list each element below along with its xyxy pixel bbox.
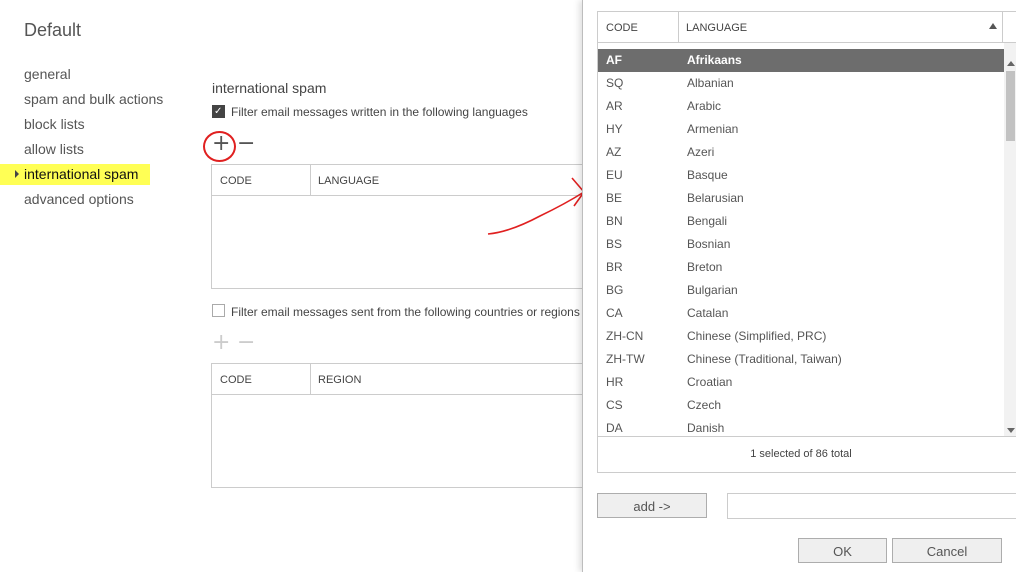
ok-button[interactable]: OK [798,538,887,563]
column-header-region[interactable]: REGION [318,374,361,386]
region-filter-checkbox[interactable] [212,304,225,317]
language-filter-label: Filter email messages written in the fol… [231,105,528,119]
sidebar-item-spam-and-bulk-actions[interactable]: spam and bulk actions [24,89,163,114]
column-header-code[interactable]: CODE [606,22,638,34]
list-item[interactable]: HY Armenian [598,118,1004,141]
divider [598,436,1016,437]
active-indicator-icon [15,170,19,178]
column-divider [310,364,311,394]
add-button[interactable]: add -> [597,493,707,518]
list-item[interactable]: BG Bulgarian [598,279,1004,302]
sidebar-item-block-lists[interactable]: block lists [24,114,163,139]
section-title: international spam [212,80,327,96]
region-filter-label: Filter email messages sent from the foll… [231,305,580,319]
list-item[interactable]: AZ Azeri [598,141,1004,164]
picker-scrollbar[interactable] [1004,43,1016,436]
sidebar-item-general[interactable]: general [24,64,163,89]
language-filter-row: Filter email messages written in the fol… [212,105,528,120]
list-item[interactable]: BN Bengali [598,210,1004,233]
selection-count: 1 selected of 86 total [750,448,852,460]
list-item[interactable]: BS Bosnian [598,233,1004,256]
sidebar-item-advanced-options[interactable]: advanced options [24,189,163,214]
column-divider [1002,12,1003,42]
add-region-plus-icon[interactable]: + [212,332,230,354]
list-item[interactable]: EU Basque [598,164,1004,187]
language-picker-grid: CODE LANGUAGE AF Afrikaans SQ Albanian AR A… [597,11,1016,473]
column-header-code[interactable]: CODE [220,175,252,187]
remove-language-minus-icon[interactable]: − [237,133,255,155]
cancel-button[interactable]: Cancel [892,538,1002,563]
list-item[interactable]: ZH-TW Chinese (Traditional, Taiwan) [598,348,1004,371]
language-picker-panel: CODE LANGUAGE AF Afrikaans SQ Albanian AR A… [582,0,1016,572]
sidebar-item-international-spam[interactable]: international spam [0,164,163,189]
list-item[interactable]: SQ Albanian [598,72,1004,95]
column-divider [310,165,311,195]
list-item[interactable]: DA Danish [598,417,1004,436]
region-table: CODE REGION [211,363,593,488]
annotation-circle [203,131,236,162]
language-filter-checkbox[interactable] [212,105,225,118]
list-item[interactable]: BE Belarusian [598,187,1004,210]
column-divider [678,12,679,42]
region-filter-row: Filter email messages sent from the foll… [212,304,580,320]
list-item[interactable]: BR Breton [598,256,1004,279]
list-item[interactable]: AF Afrikaans [598,49,1004,72]
scroll-down-arrow-icon[interactable] [1007,428,1015,433]
list-item[interactable]: CS Czech [598,394,1004,417]
scroll-up-arrow-icon[interactable] [1007,61,1015,66]
sidebar-nav: general spam and bulk actions block list… [0,64,163,214]
list-item[interactable]: AR Arabic [598,95,1004,118]
list-item[interactable]: HR Croatian [598,371,1004,394]
sidebar-item-allow-lists[interactable]: allow lists [24,139,163,164]
list-item[interactable]: ZH-CN Chinese (Simplified, PRC) [598,325,1004,348]
picker-rows: AF Afrikaans SQ Albanian AR Arabic HY Armeni… [598,49,1004,436]
column-header-code[interactable]: CODE [220,374,252,386]
column-header-language[interactable]: LANGUAGE [686,22,747,34]
picker-header: CODE LANGUAGE [598,12,1016,43]
list-item[interactable]: CA Catalan [598,302,1004,325]
added-items-field[interactable] [727,493,1016,519]
page-title: Default [24,20,82,40]
remove-region-minus-icon[interactable]: − [237,332,255,354]
region-table-header: CODE REGION [212,364,592,395]
sort-ascending-icon[interactable] [989,23,997,29]
scrollbar-thumb[interactable] [1006,71,1015,141]
annotation-arrow [487,177,586,235]
column-header-language[interactable]: LANGUAGE [318,175,379,187]
